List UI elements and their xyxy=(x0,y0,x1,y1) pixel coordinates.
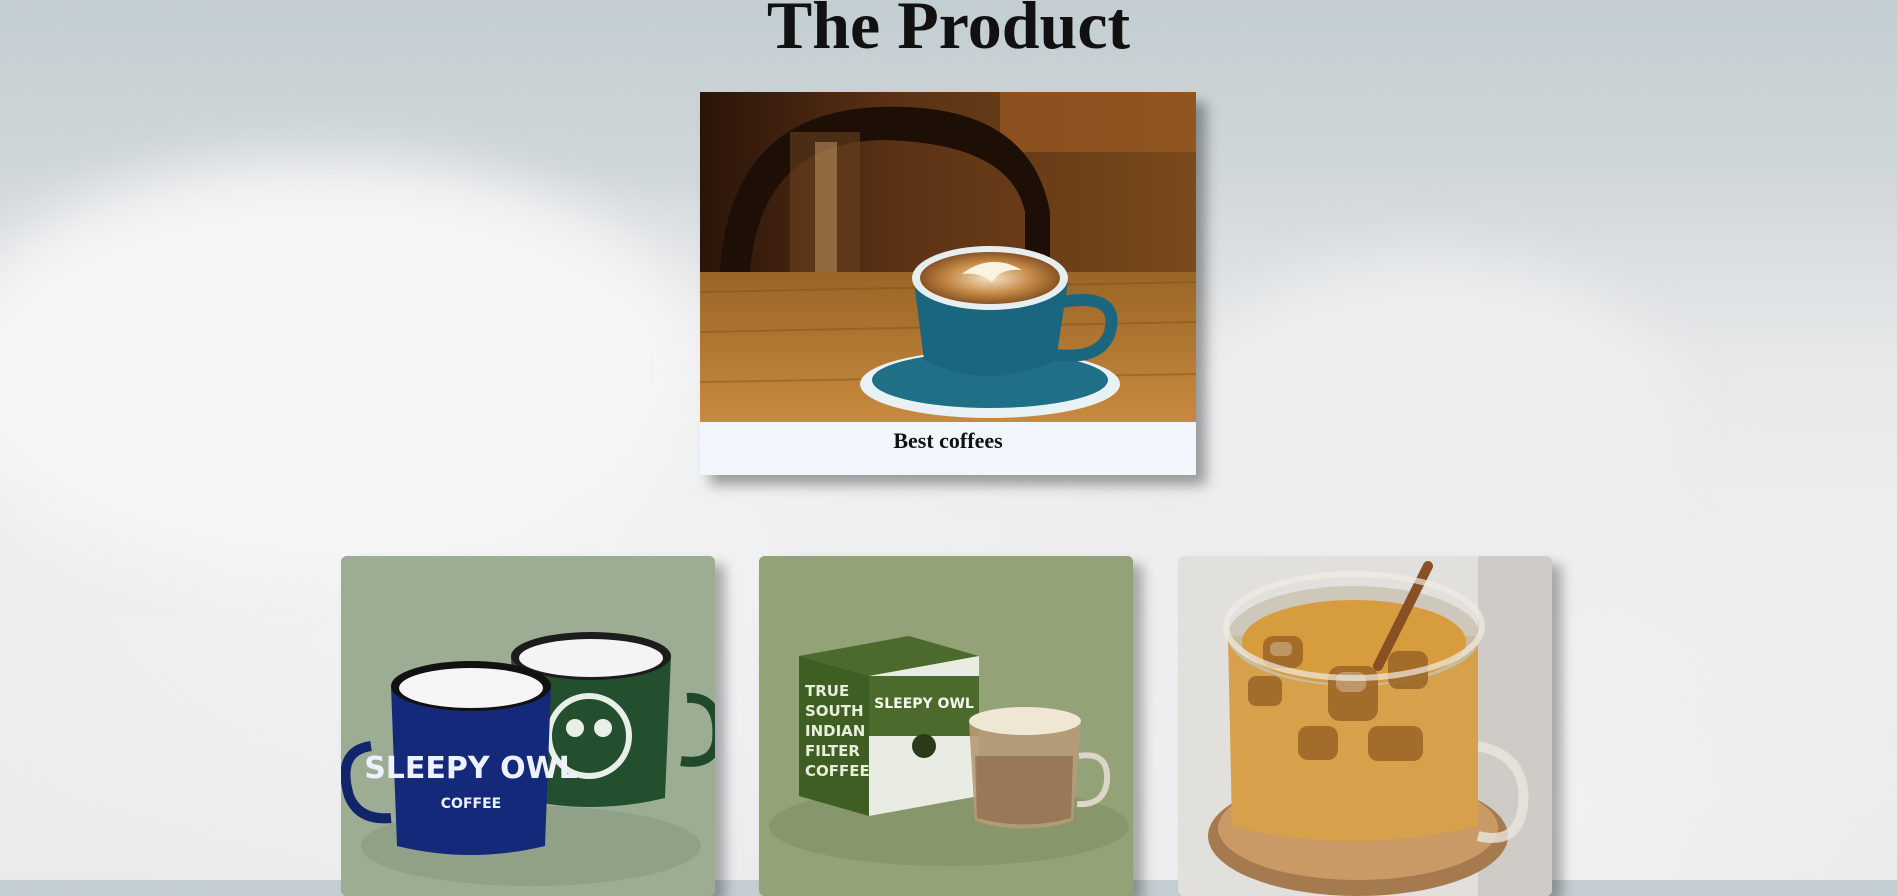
box-brand-text: SLEEPY OWL xyxy=(874,696,974,712)
box-side-line-1: TRUE xyxy=(805,682,849,700)
cloud-decoration xyxy=(1180,260,1680,580)
mug-brand-text: SLEEPY OWL xyxy=(364,751,578,786)
product-card-filter-coffee[interactable]: TRUE SOUTH INDIAN FILTER COFFEE SLEEPY O… xyxy=(759,556,1133,896)
mug-brand-sub: COFFEE xyxy=(441,796,501,812)
page-title: The Product xyxy=(766,0,1131,63)
box-side-line-4: FILTER xyxy=(805,742,860,760)
box-side-line-2: SOUTH xyxy=(805,702,864,720)
product-card-iced-coffee[interactable] xyxy=(1178,556,1552,896)
box-side-line-5: COFFEE xyxy=(805,762,870,780)
filter-coffee-box-image: TRUE SOUTH INDIAN FILTER COFFEE SLEEPY O… xyxy=(759,556,1133,896)
hero-image xyxy=(700,92,1196,422)
box-side-line-3: INDIAN xyxy=(805,722,865,740)
hero-card: Best coffees xyxy=(700,92,1196,475)
sleepy-owl-mugs-image: SLEEPY OWL COFFEE xyxy=(341,556,715,896)
iced-coffee-jar-image xyxy=(1178,556,1552,896)
product-card-mugs[interactable]: SLEEPY OWL COFFEE xyxy=(341,556,715,896)
cloud-decoration xyxy=(0,160,700,580)
hero-caption: Best coffees xyxy=(893,428,1003,453)
